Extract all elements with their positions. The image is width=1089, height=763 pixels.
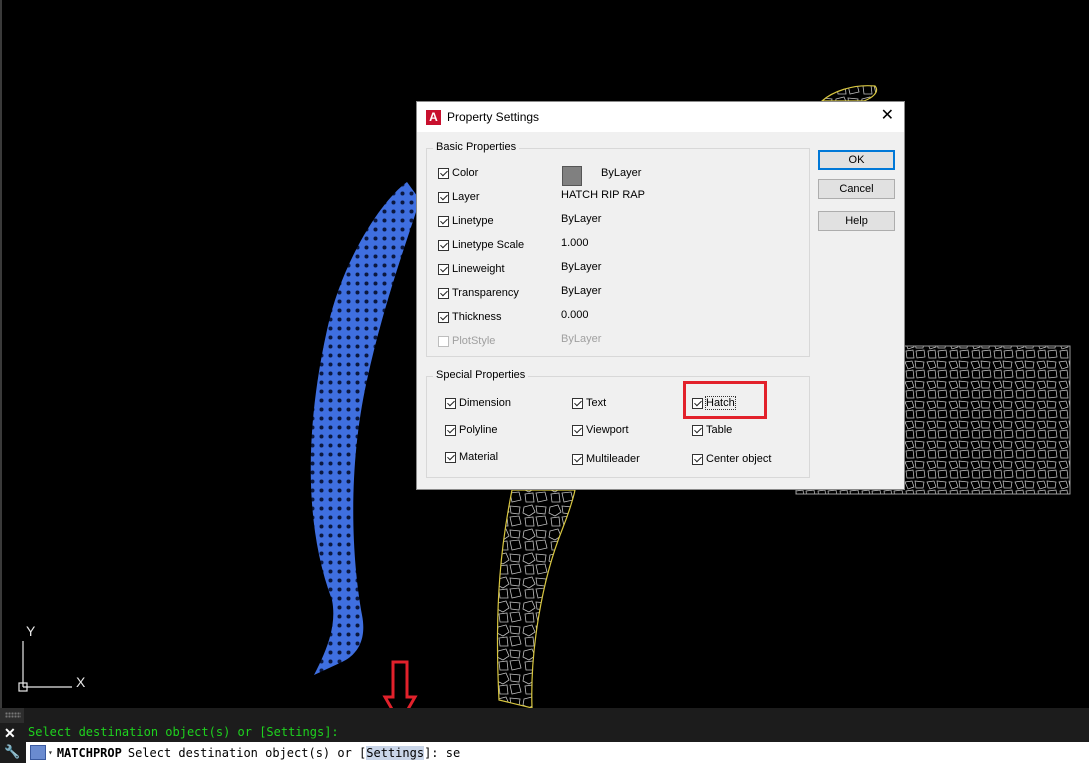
color-swatch [562,166,582,186]
dialog-titlebar[interactable]: A Property Settings ✕ [417,102,904,132]
autocad-app-icon: A [426,109,441,125]
plotstyle-value: ByLayer [561,333,602,345]
hatch-highlight-box [683,381,767,419]
red-arrow-down [382,660,418,708]
layer-value: HATCH RIP RAP [561,189,645,201]
grip-dots-icon [5,712,21,718]
special-multileader[interactable]: Multileader [572,451,640,467]
lineweight-checkbox[interactable] [438,263,449,275]
help-button[interactable]: Help [818,211,895,231]
special-viewport[interactable]: Viewport [572,422,629,438]
plotstyle-checkbox [438,335,449,347]
matchprop-command-icon[interactable] [30,745,46,760]
basic-row-color[interactable]: Color [438,165,478,181]
polyline-checkbox[interactable] [445,424,456,436]
basic-row-transparency[interactable]: Transparency [438,285,519,301]
top-rock-shape [820,85,878,102]
linetype-scale-checkbox[interactable] [438,239,449,251]
ucs-y-label: Y [26,623,36,639]
command-prompt-after: ]: se [424,745,461,760]
thickness-checkbox[interactable] [438,311,449,323]
transparency-label: Transparency [452,287,519,299]
ucs-icon [18,641,72,692]
ok-button[interactable]: OK [818,150,895,170]
center-object-label: Center object [706,453,772,465]
special-table[interactable]: Table [692,422,732,438]
color-value: ByLayer [601,167,642,179]
material-checkbox[interactable] [445,451,456,463]
settings-option-link[interactable]: Settings [366,745,425,760]
text-checkbox[interactable] [572,397,583,409]
close-icon[interactable]: ✕ [881,108,894,124]
center-object-checkbox[interactable] [692,453,703,465]
blue-hatch-shape [310,182,420,675]
linetype-scale-value: 1.000 [561,237,589,249]
linetype-value: ByLayer [561,213,602,225]
recent-commands-dropdown-icon[interactable]: ▾ [48,748,53,757]
lineweight-value: ByLayer [561,261,602,273]
transparency-checkbox[interactable] [438,287,449,299]
command-prompt-before: Select destination object(s) or [ [127,745,367,760]
close-command-line-icon[interactable]: ✕ [4,725,16,742]
command-line-panel: ✕ Select destination object(s) or [Setti… [0,708,1089,763]
layer-checkbox[interactable] [438,191,449,203]
dialog-title: Property Settings [447,110,540,124]
property-settings-dialog: A Property Settings ✕ Basic Properties C… [416,101,905,490]
basic-row-lineweight[interactable]: Lineweight [438,261,505,277]
basic-row-thickness[interactable]: Thickness [438,309,502,325]
thickness-value: 0.000 [561,309,589,321]
material-label: Material [459,451,499,463]
table-checkbox[interactable] [692,424,703,436]
dimension-label: Dimension [459,397,511,409]
multileader-checkbox[interactable] [572,453,583,465]
basic-row-layer[interactable]: Layer [438,189,480,205]
special-material[interactable]: Material [445,449,498,465]
customize-wrench-icon[interactable]: 🔧 [4,744,20,760]
command-name: MATCHPROP [56,745,122,760]
polyline-label: Polyline [459,424,498,436]
viewport-label: Viewport [586,424,629,436]
basic-row-linetype-scale[interactable]: Linetype Scale [438,237,524,253]
command-history-line: Select destination object(s) or [Setting… [28,725,339,739]
plotstyle-label: PlotStyle [452,335,496,347]
basic-row-plotstyle: PlotStyle [438,333,495,349]
special-dimension[interactable]: Dimension [445,395,511,411]
special-polyline[interactable]: Polyline [445,422,498,438]
linetype-scale-label: Linetype Scale [452,239,525,251]
linetype-label: Linetype [452,215,494,227]
command-input[interactable]: ▾ MATCHPROP Select destination object(s)… [26,742,1089,763]
basic-properties-label: Basic Properties [433,141,520,153]
special-center-object[interactable]: Center object [692,451,771,467]
linetype-checkbox[interactable] [438,215,449,227]
special-properties-label: Special Properties [433,369,529,381]
viewport-checkbox[interactable] [572,424,583,436]
rock-channel-shape [496,489,576,708]
thickness-label: Thickness [452,311,502,323]
multileader-label: Multileader [586,453,640,465]
basic-row-linetype[interactable]: Linetype [438,213,494,229]
layer-label: Layer [452,191,480,203]
command-line-grip[interactable] [0,708,24,723]
ucs-x-label: X [76,674,86,690]
lineweight-label: Lineweight [452,263,505,275]
color-label: Color [452,167,479,179]
table-label: Table [706,424,733,436]
color-checkbox[interactable] [438,167,449,179]
transparency-value: ByLayer [561,285,602,297]
cancel-button[interactable]: Cancel [818,179,895,199]
text-label: Text [586,397,607,409]
dimension-checkbox[interactable] [445,397,456,409]
special-text[interactable]: Text [572,395,606,411]
